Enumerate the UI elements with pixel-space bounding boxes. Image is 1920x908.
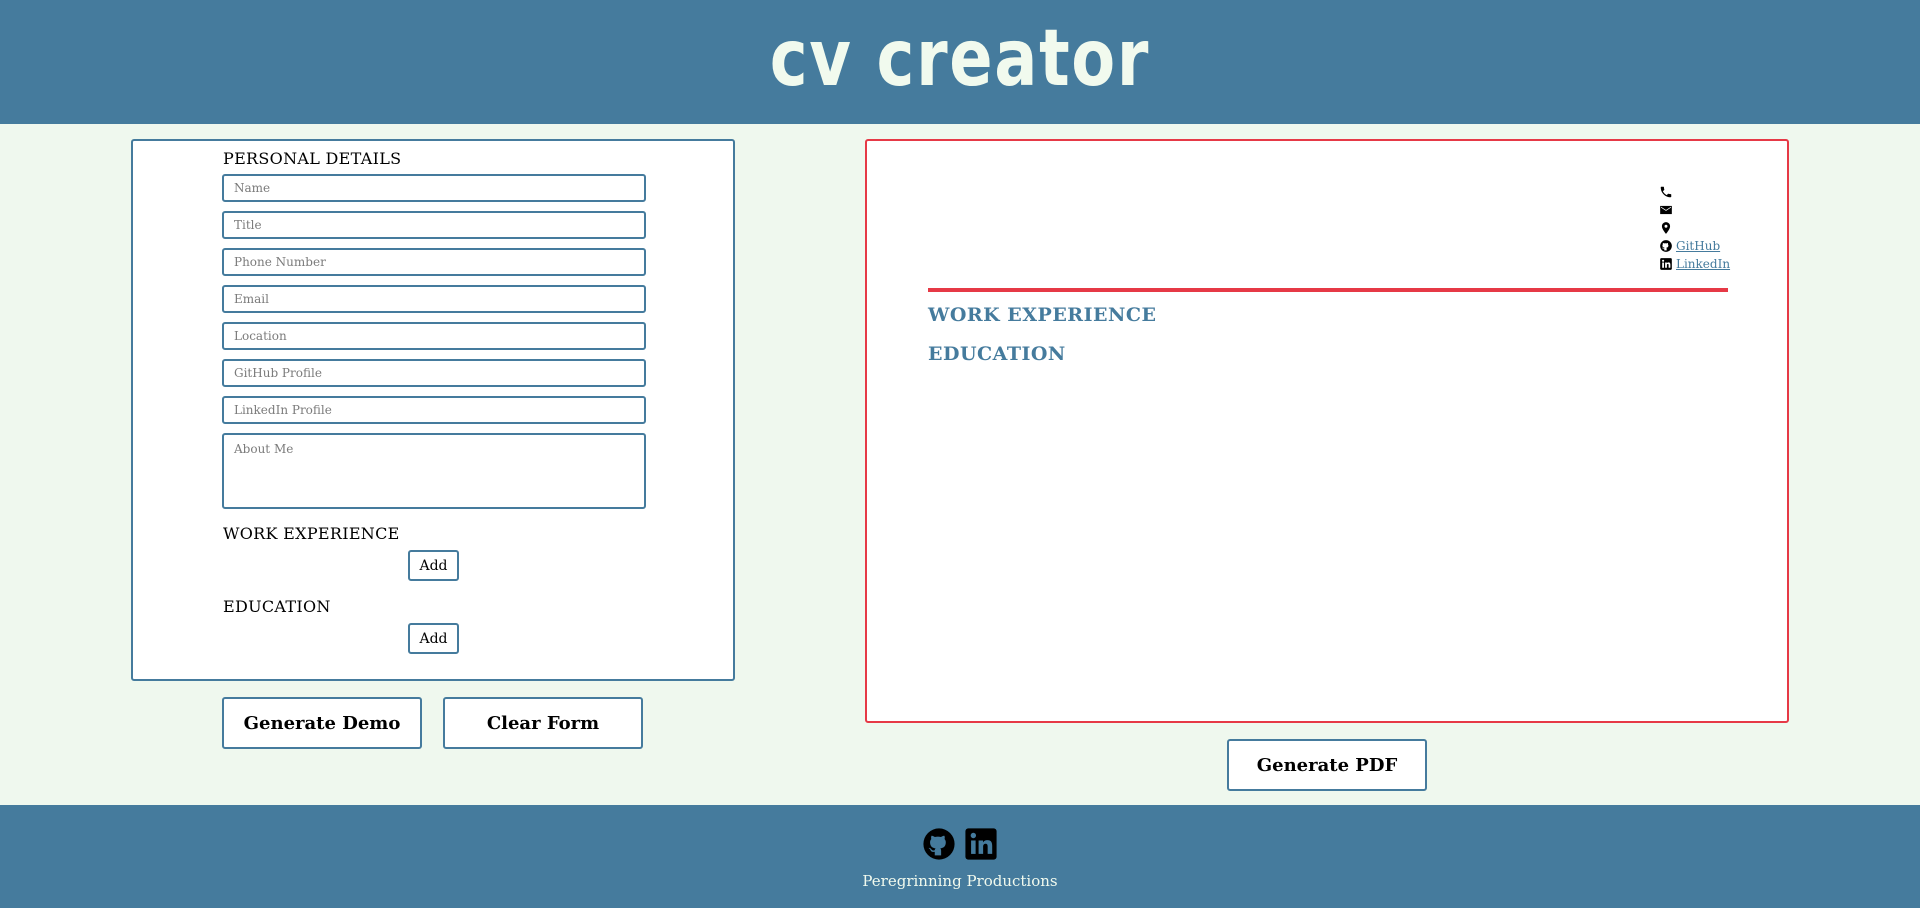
header-divider [928,288,1728,292]
footer-credit: Peregrinning Productions [862,872,1058,890]
add-work-experience-button[interactable]: Add [408,550,459,581]
phone-input[interactable] [222,248,646,276]
github-icon [1660,240,1672,252]
linkedin-profile-input[interactable] [222,396,646,424]
envelope-icon [1660,205,1672,215]
footer-social-links [922,827,998,861]
cv-form-panel: PERSONAL DETAILS WORK EXPERIENCE Add EDU… [131,139,735,681]
generate-demo-button[interactable]: Generate Demo [222,697,422,749]
app-footer: Peregrinning Productions [0,805,1920,908]
github-icon[interactable] [922,827,956,861]
location-pin-icon [1661,222,1671,234]
title-input[interactable] [222,211,646,239]
education-title: EDUCATION [223,597,331,616]
contact-list: GitHub LinkedIn [1659,183,1730,273]
cv-work-experience-heading: WORK EXPERIENCE [928,304,1157,326]
cv-preview-panel: GitHub LinkedIn WORK EXPERIENCE EDUCATIO… [865,139,1789,723]
email-input[interactable] [222,285,646,313]
linkedin-icon [1660,258,1672,270]
personal-details-title: PERSONAL DETAILS [223,149,402,168]
contact-phone [1659,183,1730,201]
cv-education-heading: EDUCATION [928,343,1066,365]
generate-pdf-button[interactable]: Generate PDF [1227,739,1427,791]
github-profile-input[interactable] [222,359,646,387]
linkedin-link[interactable]: LinkedIn [1676,255,1730,273]
contact-linkedin: LinkedIn [1659,255,1730,273]
contact-email [1659,201,1730,219]
linkedin-icon[interactable] [964,827,998,861]
work-experience-title: WORK EXPERIENCE [223,524,400,543]
name-input[interactable] [222,174,646,202]
contact-location [1659,219,1730,237]
add-education-button[interactable]: Add [408,623,459,654]
clear-form-button[interactable]: Clear Form [443,697,643,749]
app-header: cv creator [0,0,1920,124]
location-input[interactable] [222,322,646,350]
github-link[interactable]: GitHub [1676,237,1720,255]
phone-icon [1660,186,1672,198]
about-me-textarea[interactable] [222,433,646,509]
contact-github: GitHub [1659,237,1730,255]
app-title: cv creator [769,14,1151,104]
